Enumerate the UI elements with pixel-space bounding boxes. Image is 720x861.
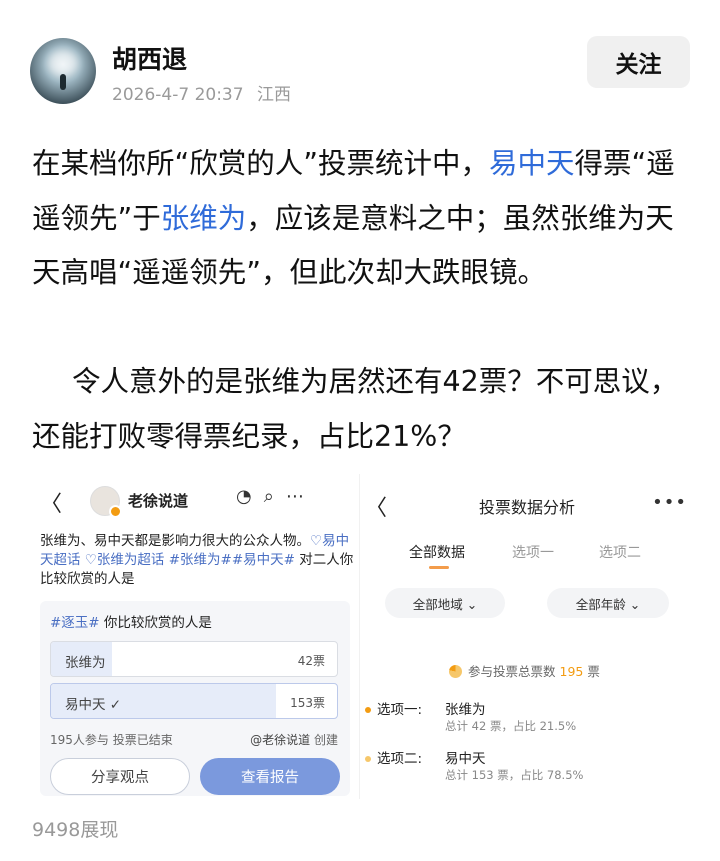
total-label: 参与投票总票数 bbox=[468, 664, 556, 679]
post-paragraph-2: 令人意外的是张维为居然还有42票？不可思议，还能打败零得票纪录，占比21%？ bbox=[32, 365, 679, 453]
poll-option: 张维为 42票 bbox=[50, 641, 338, 677]
question-text: 你比较欣赏的人是 bbox=[99, 615, 212, 631]
vote-analysis-screenshot-image[interactable]: 〈 投票数据分析 ••• 全部数据 选项一 选项二 全部地域 ⌄ 全部年龄 ⌄ … bbox=[363, 474, 691, 799]
poll-option-count: 153票 bbox=[290, 696, 325, 710]
poll-creator: @老徐说道 创建 bbox=[250, 731, 338, 748]
poll-card: #逐玉# 你比较欣赏的人是 张维为 42票 易中天 ✓ 153票 195人参与 … bbox=[40, 601, 350, 796]
poll-question: #逐玉# 你比较欣赏的人是 bbox=[50, 611, 212, 631]
post-location: 江西 bbox=[256, 85, 291, 105]
tab-all-data: 全部数据 bbox=[409, 545, 465, 561]
poll-participants: 195人参与 投票已结束 bbox=[50, 731, 173, 748]
creator-suffix: 创建 bbox=[310, 733, 338, 747]
poll-option-label: 张维为 bbox=[65, 655, 106, 671]
more-icon: ••• bbox=[652, 492, 687, 513]
option-stat: 总计 42 票，占比 21.5% bbox=[445, 719, 577, 733]
poll-option-label: 易中天 ✓ bbox=[65, 697, 122, 713]
pie-chart-icon bbox=[449, 665, 462, 678]
option-dot bbox=[365, 707, 371, 713]
option-name: 张维为 bbox=[445, 702, 486, 718]
participants-count: 195人参与 bbox=[50, 733, 109, 747]
share-view-button: 分享观点 bbox=[50, 758, 190, 795]
poll-option: 易中天 ✓ 153票 bbox=[50, 683, 338, 719]
tab-option-1: 选项一 bbox=[512, 545, 554, 561]
desc-text: 张维为、易中天都是影响力很大的公众人物。 bbox=[40, 533, 310, 549]
account-avatar bbox=[90, 486, 122, 518]
total-unit: 票 bbox=[583, 664, 600, 679]
topic-tag: #张维为##易中天# bbox=[168, 552, 295, 568]
link-zhang-weiwei[interactable]: 张维为 bbox=[161, 202, 247, 235]
option-dot bbox=[365, 756, 371, 762]
poll-status: 投票已结束 bbox=[112, 733, 173, 747]
link-yi-zhongtian[interactable]: 易中天 bbox=[489, 147, 575, 180]
post-date: 2026-4-7 20:37 bbox=[112, 85, 244, 105]
post-meta: 2026-4-7 20:37 江西 bbox=[112, 80, 291, 105]
post-paragraph-1: 在某档你所“欣赏的人”投票统计中，易中天得票“遥遥领先”于张维为，应该是意料之中… bbox=[32, 137, 692, 301]
follow-button[interactable]: 关注 bbox=[587, 36, 690, 88]
total-number: 195 bbox=[559, 664, 584, 679]
view-report-button: 查看报告 bbox=[200, 758, 340, 795]
option-stat: 总计 153 票，占比 78.5% bbox=[445, 768, 584, 782]
total-votes: 参与投票总票数 195 票 bbox=[449, 661, 600, 680]
author-name[interactable]: 胡西退 bbox=[112, 40, 187, 76]
poll-option-count: 42票 bbox=[297, 654, 325, 668]
topic-tag: ♡张维为超话 bbox=[84, 552, 165, 568]
option-label: 选项一: bbox=[377, 702, 423, 718]
back-arrow-icon: 〈 bbox=[40, 492, 63, 517]
creator-name: @老徐说道 bbox=[250, 733, 311, 747]
text-segment: 在某档你所“欣赏的人”投票统计中， bbox=[32, 147, 490, 180]
poll-screenshot-image[interactable]: 〈 老徐说道 ◔ ⌕ ⋯ 张维为、易中天都是影响力很大的公众人物。♡易中天超话 ♡张… bbox=[30, 474, 360, 799]
author-avatar[interactable] bbox=[30, 38, 96, 104]
question-tag: #逐玉# bbox=[50, 615, 100, 631]
tab-option-2: 选项二 bbox=[599, 545, 641, 561]
analysis-title: 投票数据分析 bbox=[478, 498, 575, 517]
option-label: 选项二: bbox=[377, 751, 423, 767]
region-filter: 全部地域 ⌄ bbox=[385, 588, 505, 618]
poll-description: 张维为、易中天都是影响力很大的公众人物。♡易中天超话 ♡张维为超话 #张维为##… bbox=[40, 532, 356, 589]
active-tab-indicator bbox=[429, 566, 449, 569]
age-filter: 全部年龄 ⌄ bbox=[547, 588, 669, 618]
search-icon: ⌕ bbox=[263, 486, 274, 507]
option-name: 易中天 bbox=[445, 751, 486, 767]
listen-icon: ◔ bbox=[236, 486, 252, 507]
account-name: 老徐说道 bbox=[128, 492, 189, 510]
more-icon: ⋯ bbox=[285, 486, 304, 507]
view-count: 9498展现 bbox=[32, 819, 119, 841]
